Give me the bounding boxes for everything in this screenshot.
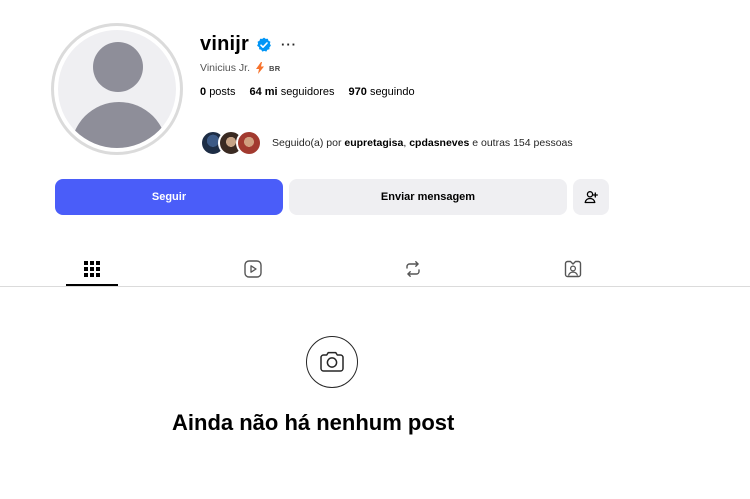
follow-button[interactable]: Seguir	[55, 179, 283, 215]
username-row: vinijr ···	[200, 33, 297, 56]
tagged-icon	[564, 260, 582, 277]
fullname-row: Vinicius Jr. BR	[200, 62, 280, 74]
follower-avatar	[236, 130, 262, 156]
default-avatar-icon	[58, 30, 176, 148]
profile-tabs	[0, 250, 750, 288]
followed-by-suffix: e outras 154 pessoas	[469, 137, 573, 149]
profile-page: vinijr ··· Vinicius Jr. BR 0 posts 64 mi…	[0, 0, 750, 499]
camera-icon	[306, 336, 358, 388]
followed-by-user-2[interactable]: cpdasneves	[409, 137, 469, 149]
tab-reposts[interactable]	[387, 250, 439, 287]
posts-label: posts	[209, 86, 236, 98]
followers-stat[interactable]: 64 mi seguidores	[249, 86, 334, 98]
avatar-body-shape	[71, 102, 167, 148]
profile-stats: 0 posts 64 mi seguidores 970 seguindo	[200, 86, 429, 98]
profile-full-name: Vinicius Jr.	[200, 62, 250, 74]
posts-count: 0	[200, 86, 207, 98]
reels-icon	[244, 259, 262, 278]
verified-badge-icon	[256, 37, 272, 53]
repost-icon	[406, 260, 420, 277]
lightning-bolt-icon	[256, 62, 264, 74]
followers-count: 64 mi	[249, 86, 278, 98]
tab-posts[interactable]	[66, 250, 118, 287]
followed-by-user-1[interactable]: eupretagisa	[344, 137, 403, 149]
grid-icon	[84, 260, 100, 277]
avatar-head-shape	[93, 42, 143, 92]
followers-label: seguidores	[280, 86, 335, 98]
empty-state-title: Ainda não há nenhum post	[172, 410, 455, 435]
tab-tagged[interactable]	[547, 250, 599, 287]
following-stat[interactable]: 970 seguindo	[349, 86, 415, 98]
tabs-divider	[0, 286, 750, 287]
following-count: 970	[348, 86, 367, 98]
followed-by-text: Seguido(a) por eupretagisa, cpdasneves e…	[272, 137, 573, 149]
followed-by-row[interactable]: Seguido(a) por eupretagisa, cpdasneves e…	[200, 130, 573, 156]
add-person-icon	[584, 191, 598, 204]
profile-avatar[interactable]	[51, 23, 183, 155]
country-code: BR	[269, 63, 281, 73]
send-message-button[interactable]: Enviar mensagem	[289, 179, 567, 215]
following-label: seguindo	[369, 86, 415, 98]
more-options-icon[interactable]: ···	[281, 38, 297, 51]
followed-by-prefix: Seguido(a) por	[272, 137, 345, 149]
tab-reels[interactable]	[227, 250, 279, 287]
profile-username: vinijr	[200, 33, 249, 55]
suggest-user-button[interactable]	[573, 179, 609, 215]
posts-stat: 0 posts	[200, 86, 235, 98]
